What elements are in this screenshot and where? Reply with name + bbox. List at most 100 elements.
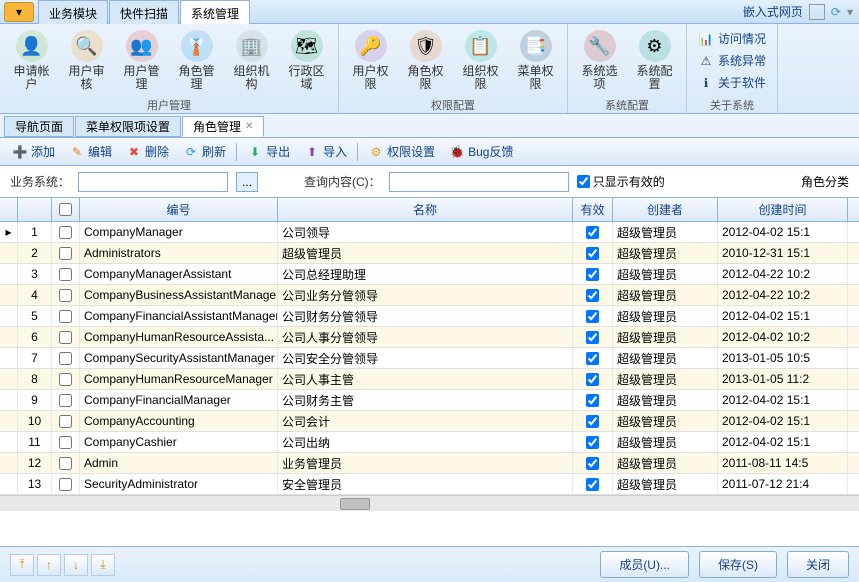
close-icon[interactable]: ✕: [245, 121, 253, 132]
cell-valid[interactable]: [573, 348, 613, 368]
table-row[interactable]: ▸1CompanyManager公司领导超级管理员2012-04-02 15:1: [0, 222, 859, 243]
app-menu-button[interactable]: ▾: [4, 2, 34, 22]
row-indicator: [0, 327, 18, 347]
biz-system-combo[interactable]: [78, 172, 228, 192]
table-row[interactable]: 7CompanySecurityAssistantManager公司安全分管领导…: [0, 348, 859, 369]
col-creator[interactable]: 创建者: [613, 198, 718, 221]
table-row[interactable]: 8CompanyHumanResourceManager公司人事主管超级管理员2…: [0, 369, 859, 390]
ribbon-行政区域[interactable]: 🗺行政区域: [279, 26, 334, 95]
ribbon-系统配置[interactable]: ⚙系统配置: [627, 26, 682, 95]
move-bottom-button[interactable]: ⤓: [91, 554, 115, 576]
table-row[interactable]: 9CompanyFinancialManager公司财务主管超级管理员2012-…: [0, 390, 859, 411]
ribbon-菜单权限[interactable]: 📑菜单权限: [508, 26, 563, 95]
dropdown-icon[interactable]: ▾: [847, 5, 853, 19]
sub-tab-菜单权限项设置[interactable]: 菜单权限项设置: [75, 116, 181, 137]
cell-checkbox[interactable]: [52, 390, 80, 410]
ribbon-系统选项[interactable]: 🔧系统选项: [572, 26, 627, 95]
cell-checkbox[interactable]: [52, 264, 80, 284]
col-valid[interactable]: 有效: [573, 198, 613, 221]
sync-icon[interactable]: ⟳: [831, 5, 841, 19]
cell-checkbox[interactable]: [52, 453, 80, 473]
table-row[interactable]: 4CompanyBusinessAssistantManager公司业务分管领导…: [0, 285, 859, 306]
toolbar-导入[interactable]: ⬆导入: [298, 140, 353, 163]
toolbar-Bug反馈[interactable]: 🐞Bug反馈: [443, 140, 519, 163]
cell-checkbox[interactable]: [52, 474, 80, 494]
cell-valid[interactable]: [573, 306, 613, 326]
col-name[interactable]: 名称: [278, 198, 573, 221]
toolbar-导出[interactable]: ⬇导出: [241, 140, 296, 163]
table-row[interactable]: 10CompanyAccounting公司会计超级管理员2012-04-02 1…: [0, 411, 859, 432]
cell-checkbox[interactable]: [52, 222, 80, 242]
close-button[interactable]: 关闭: [787, 551, 849, 578]
query-input[interactable]: [389, 172, 569, 192]
table-row[interactable]: 12Admin业务管理员超级管理员2011-08-11 14:5: [0, 453, 859, 474]
biz-system-browse[interactable]: ...: [236, 172, 258, 192]
ribbon-用户管理[interactable]: 👥用户管理: [114, 26, 169, 95]
ribbon-link-系统异常[interactable]: ⚠系统异常: [697, 51, 767, 70]
move-up-button[interactable]: ↑: [37, 554, 61, 576]
cell-valid[interactable]: [573, 264, 613, 284]
table-row[interactable]: 13SecurityAdministrator安全管理员超级管理员2011-07…: [0, 474, 859, 495]
main-tab-0[interactable]: 业务模块: [38, 0, 108, 24]
cell-creator: 超级管理员: [613, 243, 718, 263]
cell-checkbox[interactable]: [52, 348, 80, 368]
col-checkbox[interactable]: [52, 198, 80, 221]
toolbar-刷新[interactable]: ⟳刷新: [177, 140, 232, 163]
save-button[interactable]: 保存(S): [699, 551, 777, 578]
ribbon-组织权限[interactable]: 📋组织权限: [453, 26, 508, 95]
table-row[interactable]: 3CompanyManagerAssistant公司总经理助理超级管理员2012…: [0, 264, 859, 285]
cell-checkbox[interactable]: [52, 243, 80, 263]
cell-valid[interactable]: [573, 453, 613, 473]
ribbon-link-关于软件[interactable]: ℹ关于软件: [697, 73, 767, 92]
cell-valid[interactable]: [573, 432, 613, 452]
ribbon-组织机构[interactable]: 🏢组织机构: [224, 26, 279, 95]
move-top-button[interactable]: ⤒: [10, 554, 34, 576]
cell-checkbox[interactable]: [52, 369, 80, 389]
cell-checkbox[interactable]: [52, 327, 80, 347]
row-indicator: [0, 474, 18, 494]
cell-name: 公司财务主管: [278, 390, 573, 410]
col-rownum[interactable]: [18, 198, 52, 221]
only-valid-checkbox[interactable]: 只显示有效的: [577, 173, 665, 190]
main-tab-2[interactable]: 系统管理: [180, 0, 250, 24]
horizontal-scrollbar[interactable]: [0, 495, 859, 511]
cell-valid[interactable]: [573, 411, 613, 431]
toolbar-编辑[interactable]: ✎编辑: [63, 140, 118, 163]
table-row[interactable]: 5CompanyFinancialAssistantManager公司财务分管领…: [0, 306, 859, 327]
col-code[interactable]: 编号: [80, 198, 278, 221]
main-tab-1[interactable]: 快件扫描: [109, 0, 179, 24]
ribbon-申请帐户[interactable]: 👤申请帐户: [4, 26, 59, 95]
table-row[interactable]: 6CompanyHumanResourceAssista...公司人事分管领导超…: [0, 327, 859, 348]
cell-checkbox[interactable]: [52, 432, 80, 452]
ribbon-用户权限[interactable]: 🔑用户权限: [343, 26, 398, 95]
window-icon[interactable]: [809, 4, 825, 20]
cell-valid[interactable]: [573, 285, 613, 305]
sub-tab-角色管理[interactable]: 角色管理✕: [182, 116, 264, 137]
cell-checkbox[interactable]: [52, 306, 80, 326]
table-row[interactable]: 2Administrators超级管理员超级管理员2010-12-31 15:1: [0, 243, 859, 264]
ribbon-角色权限[interactable]: 🛡角色权限: [398, 26, 453, 95]
table-row[interactable]: 11CompanyCashier公司出纳超级管理员2012-04-02 15:1: [0, 432, 859, 453]
toolbar-添加[interactable]: ➕添加: [6, 140, 61, 163]
embedded-web-label[interactable]: 嵌入式网页: [743, 3, 803, 20]
cell-valid[interactable]: [573, 390, 613, 410]
cell-name: 公司人事主管: [278, 369, 573, 389]
ribbon-用户审核[interactable]: 🔍用户审核: [59, 26, 114, 95]
ribbon-icon: 🏢: [236, 30, 268, 62]
cell-valid[interactable]: [573, 222, 613, 242]
members-button[interactable]: 成员(U)...: [600, 551, 689, 578]
toolbar-权限设置[interactable]: ⚙权限设置: [362, 140, 441, 163]
cell-checkbox[interactable]: [52, 411, 80, 431]
move-down-button[interactable]: ↓: [64, 554, 88, 576]
toolbar-删除[interactable]: ✖删除: [120, 140, 175, 163]
sub-tab-导航页面[interactable]: 导航页面: [4, 116, 74, 137]
ribbon-link-访问情况[interactable]: 📊访问情况: [697, 29, 767, 48]
cell-valid[interactable]: [573, 243, 613, 263]
toolbar-separator: [357, 143, 358, 161]
col-time[interactable]: 创建时间: [718, 198, 848, 221]
cell-checkbox[interactable]: [52, 285, 80, 305]
cell-valid[interactable]: [573, 369, 613, 389]
cell-valid[interactable]: [573, 474, 613, 494]
ribbon-角色管理[interactable]: 👔角色管理: [169, 26, 224, 95]
cell-valid[interactable]: [573, 327, 613, 347]
